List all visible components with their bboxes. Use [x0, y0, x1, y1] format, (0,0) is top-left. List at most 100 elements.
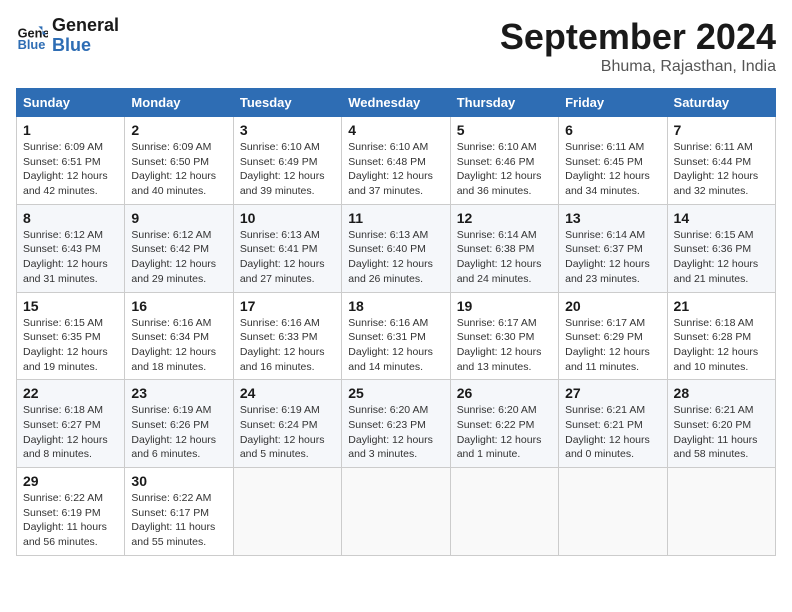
day-number: 30: [131, 473, 226, 489]
day-number: 2: [131, 122, 226, 138]
calendar-day-cell: 22Sunrise: 6:18 AM Sunset: 6:27 PM Dayli…: [17, 380, 125, 468]
day-number: 18: [348, 298, 443, 314]
col-header-thursday: Thursday: [450, 89, 558, 117]
day-number: 11: [348, 210, 443, 226]
logo-icon: General Blue: [16, 20, 48, 52]
calendar-day-cell: 13 Sunrise: 6:14 AM Sunset: 6:37 PM Dayli…: [559, 204, 667, 292]
day-detail: Sunrise: 6:12 AM Sunset: 6:42 PM Dayligh…: [131, 228, 226, 287]
calendar-day-cell: 1 Sunrise: 6:09 AM Sunset: 6:51 PM Daylig…: [17, 117, 125, 205]
calendar-day-cell: 30 Sunrise: 6:22 AM Sunset: 6:17 PM Dayli…: [125, 468, 233, 556]
calendar-day-cell: 16 Sunrise: 6:16 AM Sunset: 6:34 PM Dayli…: [125, 292, 233, 380]
day-number: 20: [565, 298, 660, 314]
day-detail: Sunrise: 6:14 AM Sunset: 6:37 PM Dayligh…: [565, 228, 660, 287]
svg-text:Blue: Blue: [18, 37, 46, 52]
day-detail: Sunrise: 6:16 AM Sunset: 6:33 PM Dayligh…: [240, 316, 335, 375]
calendar-week-row: 22Sunrise: 6:18 AM Sunset: 6:27 PM Dayli…: [17, 380, 776, 468]
day-detail: Sunrise: 6:10 AM Sunset: 6:48 PM Dayligh…: [348, 140, 443, 199]
day-number: 27: [565, 385, 660, 401]
day-number: 4: [348, 122, 443, 138]
calendar-day-cell: 21 Sunrise: 6:18 AM Sunset: 6:28 PM Dayli…: [667, 292, 775, 380]
day-detail: Sunrise: 6:13 AM Sunset: 6:40 PM Dayligh…: [348, 228, 443, 287]
day-number: 10: [240, 210, 335, 226]
day-detail: Sunrise: 6:16 AM Sunset: 6:34 PM Dayligh…: [131, 316, 226, 375]
calendar-day-cell: 17 Sunrise: 6:16 AM Sunset: 6:33 PM Dayli…: [233, 292, 341, 380]
calendar-week-row: 8 Sunrise: 6:12 AM Sunset: 6:43 PM Daylig…: [17, 204, 776, 292]
day-detail: Sunrise: 6:12 AM Sunset: 6:43 PM Dayligh…: [23, 228, 118, 287]
day-number: 8: [23, 210, 118, 226]
location-subtitle: Bhuma, Rajasthan, India: [500, 58, 776, 76]
day-number: 14: [674, 210, 769, 226]
calendar-day-cell: 18 Sunrise: 6:16 AM Sunset: 6:31 PM Dayli…: [342, 292, 450, 380]
day-number: 5: [457, 122, 552, 138]
calendar-day-cell: [233, 468, 341, 556]
calendar-day-cell: [342, 468, 450, 556]
day-number: 7: [674, 122, 769, 138]
day-detail: Sunrise: 6:15 AM Sunset: 6:35 PM Dayligh…: [23, 316, 118, 375]
day-detail: Sunrise: 6:22 AM Sunset: 6:19 PM Dayligh…: [23, 491, 118, 550]
calendar-day-cell: 15Sunrise: 6:15 AM Sunset: 6:35 PM Dayli…: [17, 292, 125, 380]
day-detail: Sunrise: 6:17 AM Sunset: 6:30 PM Dayligh…: [457, 316, 552, 375]
calendar-day-cell: 26 Sunrise: 6:20 AM Sunset: 6:22 PM Dayli…: [450, 380, 558, 468]
day-detail: Sunrise: 6:16 AM Sunset: 6:31 PM Dayligh…: [348, 316, 443, 375]
calendar-week-row: 15Sunrise: 6:15 AM Sunset: 6:35 PM Dayli…: [17, 292, 776, 380]
day-detail: Sunrise: 6:11 AM Sunset: 6:44 PM Dayligh…: [674, 140, 769, 199]
calendar-day-cell: 4 Sunrise: 6:10 AM Sunset: 6:48 PM Daylig…: [342, 117, 450, 205]
page-header: General Blue General Blue September 2024…: [16, 16, 776, 76]
day-number: 29: [23, 473, 118, 489]
col-header-wednesday: Wednesday: [342, 89, 450, 117]
calendar-week-row: 1 Sunrise: 6:09 AM Sunset: 6:51 PM Daylig…: [17, 117, 776, 205]
day-number: 23: [131, 385, 226, 401]
day-detail: Sunrise: 6:18 AM Sunset: 6:27 PM Dayligh…: [23, 403, 118, 462]
day-number: 28: [674, 385, 769, 401]
day-detail: Sunrise: 6:18 AM Sunset: 6:28 PM Dayligh…: [674, 316, 769, 375]
day-number: 21: [674, 298, 769, 314]
calendar-day-cell: 11 Sunrise: 6:13 AM Sunset: 6:40 PM Dayli…: [342, 204, 450, 292]
calendar-day-cell: 23 Sunrise: 6:19 AM Sunset: 6:26 PM Dayli…: [125, 380, 233, 468]
day-detail: Sunrise: 6:20 AM Sunset: 6:22 PM Dayligh…: [457, 403, 552, 462]
calendar-day-cell: 2Sunrise: 6:09 AM Sunset: 6:50 PM Daylig…: [125, 117, 233, 205]
day-detail: Sunrise: 6:22 AM Sunset: 6:17 PM Dayligh…: [131, 491, 226, 550]
calendar-day-cell: 7 Sunrise: 6:11 AM Sunset: 6:44 PM Daylig…: [667, 117, 775, 205]
col-header-saturday: Saturday: [667, 89, 775, 117]
calendar-day-cell: 10 Sunrise: 6:13 AM Sunset: 6:41 PM Dayli…: [233, 204, 341, 292]
calendar-day-cell: 20Sunrise: 6:17 AM Sunset: 6:29 PM Dayli…: [559, 292, 667, 380]
day-detail: Sunrise: 6:13 AM Sunset: 6:41 PM Dayligh…: [240, 228, 335, 287]
day-number: 1: [23, 122, 118, 138]
calendar-day-cell: 12Sunrise: 6:14 AM Sunset: 6:38 PM Dayli…: [450, 204, 558, 292]
calendar-day-cell: [450, 468, 558, 556]
day-detail: Sunrise: 6:20 AM Sunset: 6:23 PM Dayligh…: [348, 403, 443, 462]
day-number: 17: [240, 298, 335, 314]
day-number: 13: [565, 210, 660, 226]
day-detail: Sunrise: 6:10 AM Sunset: 6:49 PM Dayligh…: [240, 140, 335, 199]
calendar-title-block: September 2024 Bhuma, Rajasthan, India: [500, 16, 776, 76]
col-header-sunday: Sunday: [17, 89, 125, 117]
logo-text: General: [52, 16, 119, 36]
day-detail: Sunrise: 6:09 AM Sunset: 6:51 PM Dayligh…: [23, 140, 118, 199]
calendar-day-cell: 14 Sunrise: 6:15 AM Sunset: 6:36 PM Dayli…: [667, 204, 775, 292]
calendar-day-cell: [667, 468, 775, 556]
col-header-tuesday: Tuesday: [233, 89, 341, 117]
calendar-table: SundayMondayTuesdayWednesdayThursdayFrid…: [16, 88, 776, 556]
logo: General Blue General Blue: [16, 16, 119, 56]
calendar-day-cell: 25 Sunrise: 6:20 AM Sunset: 6:23 PM Dayli…: [342, 380, 450, 468]
calendar-day-cell: 5 Sunrise: 6:10 AM Sunset: 6:46 PM Daylig…: [450, 117, 558, 205]
day-number: 16: [131, 298, 226, 314]
calendar-day-cell: 29 Sunrise: 6:22 AM Sunset: 6:19 PM Dayli…: [17, 468, 125, 556]
day-detail: Sunrise: 6:19 AM Sunset: 6:26 PM Dayligh…: [131, 403, 226, 462]
calendar-day-cell: 6 Sunrise: 6:11 AM Sunset: 6:45 PM Daylig…: [559, 117, 667, 205]
calendar-day-cell: 9 Sunrise: 6:12 AM Sunset: 6:42 PM Daylig…: [125, 204, 233, 292]
day-number: 25: [348, 385, 443, 401]
day-detail: Sunrise: 6:11 AM Sunset: 6:45 PM Dayligh…: [565, 140, 660, 199]
calendar-day-cell: 8 Sunrise: 6:12 AM Sunset: 6:43 PM Daylig…: [17, 204, 125, 292]
day-number: 9: [131, 210, 226, 226]
calendar-day-cell: 28Sunrise: 6:21 AM Sunset: 6:20 PM Dayli…: [667, 380, 775, 468]
day-number: 26: [457, 385, 552, 401]
day-number: 6: [565, 122, 660, 138]
day-detail: Sunrise: 6:10 AM Sunset: 6:46 PM Dayligh…: [457, 140, 552, 199]
day-detail: Sunrise: 6:21 AM Sunset: 6:21 PM Dayligh…: [565, 403, 660, 462]
col-header-friday: Friday: [559, 89, 667, 117]
day-detail: Sunrise: 6:15 AM Sunset: 6:36 PM Dayligh…: [674, 228, 769, 287]
day-detail: Sunrise: 6:19 AM Sunset: 6:24 PM Dayligh…: [240, 403, 335, 462]
logo-text-blue: Blue: [52, 36, 119, 56]
calendar-day-cell: 27 Sunrise: 6:21 AM Sunset: 6:21 PM Dayli…: [559, 380, 667, 468]
